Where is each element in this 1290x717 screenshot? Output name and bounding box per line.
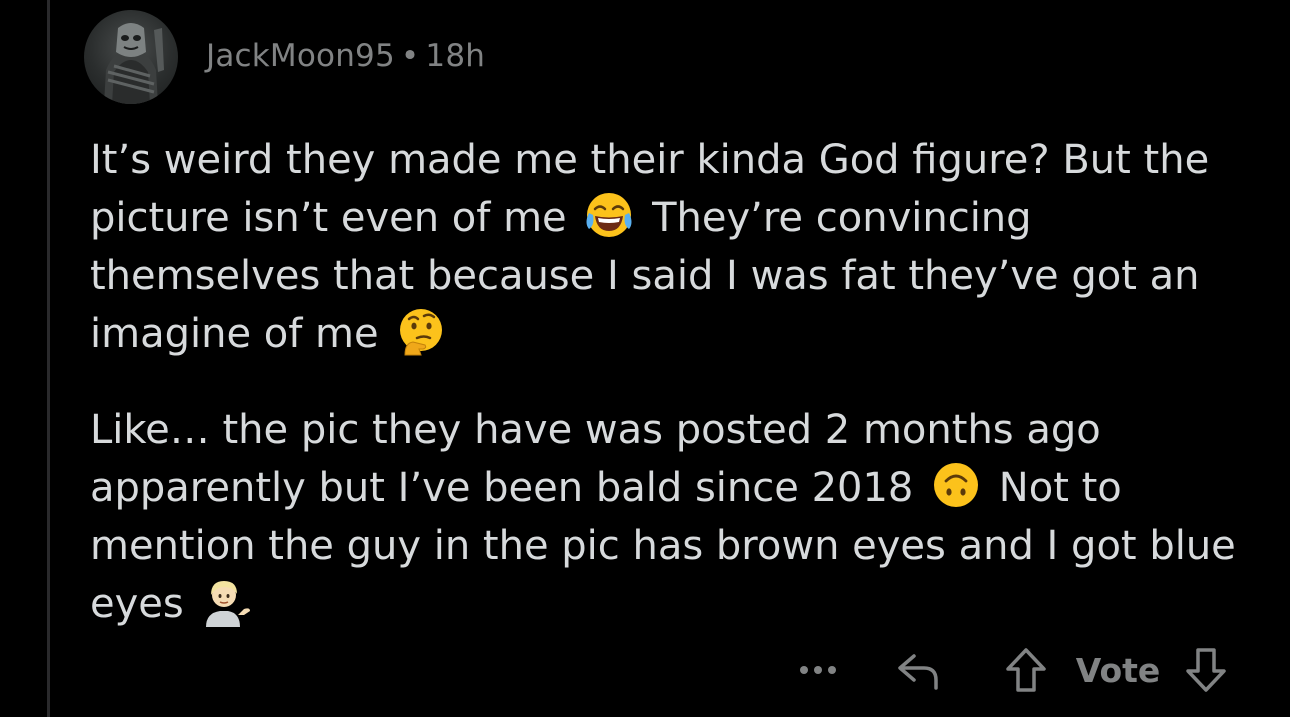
reply-arrow-icon — [898, 654, 938, 690]
comment-paragraph: Like… the pic they have was posted 2 mon… — [90, 401, 1240, 633]
avatar[interactable] — [84, 10, 178, 104]
comment: JackMoon95 • 18h It’s weird they made me t… — [84, 0, 1248, 717]
person-tipping-hand-icon — [200, 575, 252, 627]
more-dots-icon — [800, 666, 836, 674]
comment-actions: Vote — [788, 640, 1248, 700]
downvote-arrow-icon — [1186, 648, 1226, 692]
upvote-arrow-icon — [1006, 648, 1046, 692]
comment-body: It’s weird they made me their kinda God … — [90, 131, 1240, 633]
comment-meta: JackMoon95 • 18h — [206, 38, 485, 74]
face-with-tears-of-joy-icon — [583, 189, 635, 241]
upside-down-face-icon — [930, 459, 982, 511]
comment-paragraph: It’s weird they made me their kinda God … — [90, 131, 1240, 363]
meta-separator: • — [400, 38, 420, 74]
comment-age: 18h — [425, 38, 486, 74]
thinking-face-icon — [395, 305, 447, 357]
more-button[interactable] — [788, 640, 848, 700]
username[interactable]: JackMoon95 — [206, 38, 395, 74]
thread-line — [47, 0, 50, 717]
vote-count: Vote — [1075, 650, 1161, 690]
reply-button[interactable] — [888, 640, 948, 700]
avatar-image — [104, 23, 164, 104]
upvote-button[interactable] — [996, 640, 1056, 700]
downvote-button[interactable] — [1176, 640, 1236, 700]
